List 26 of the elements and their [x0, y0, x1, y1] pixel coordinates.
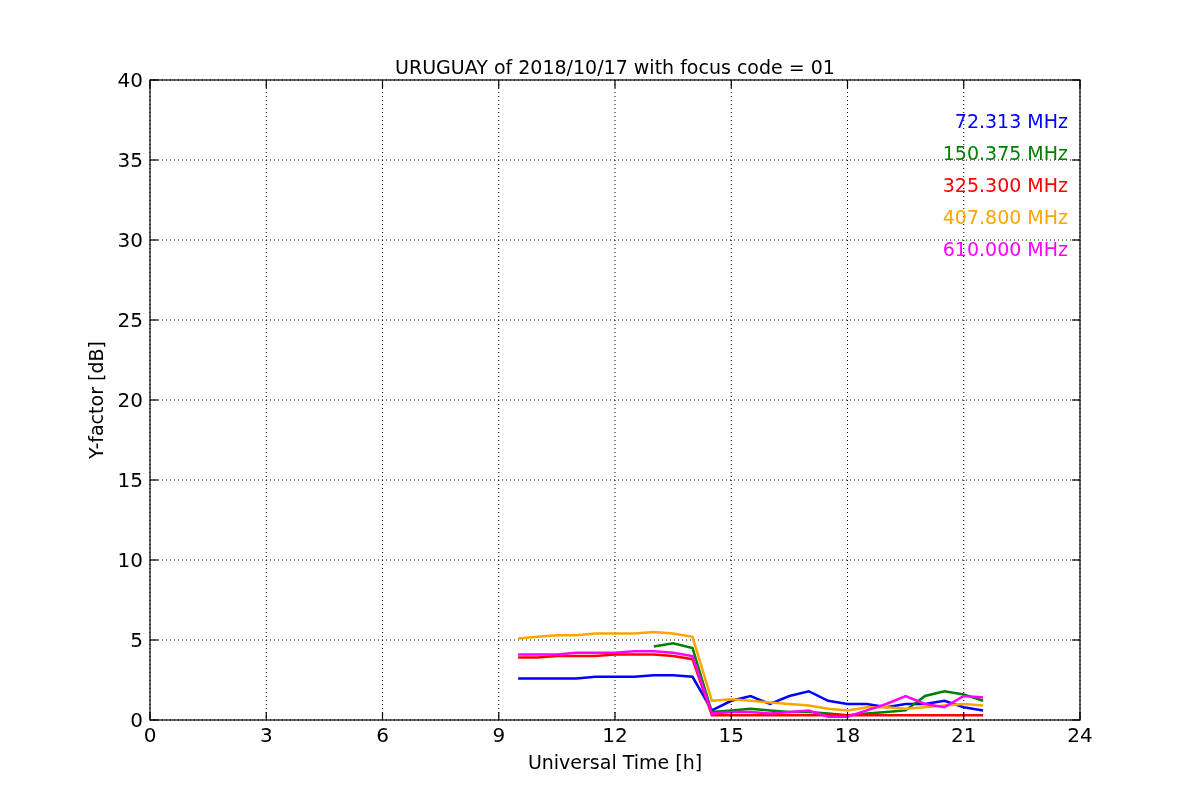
y-tick-label: 40: [117, 68, 143, 92]
x-tick-label: 18: [834, 723, 861, 747]
x-tick-label: 24: [1067, 723, 1093, 747]
y-tick-label: 5: [130, 628, 143, 652]
y-tick-label: 20: [117, 388, 143, 412]
legend-label: 610.000 MHz: [942, 238, 1068, 260]
y-tick-label: 15: [117, 468, 143, 492]
y-tick-label: 25: [117, 308, 143, 332]
y-tick-label: 30: [117, 228, 143, 252]
x-tick-label: 9: [492, 723, 506, 747]
x-tick-label: 15: [718, 723, 744, 747]
x-axis-label: Universal Time [h]: [527, 751, 703, 773]
y-tick-label: 35: [117, 148, 143, 172]
x-tick-label: 3: [259, 723, 273, 747]
x-tick-label: 21: [951, 723, 977, 747]
x-tick-label: 12: [602, 723, 628, 747]
legend-label: 325.300 MHz: [942, 174, 1068, 196]
x-tick-label: 0: [143, 723, 157, 747]
chart-title: URUGUAY of 2018/10/17 with focus code = 01: [395, 56, 835, 78]
legend-label: 72.313 MHz: [954, 110, 1068, 132]
y-tick-label: 10: [117, 548, 143, 572]
x-tick-label: 6: [376, 723, 389, 747]
y-axis-label: Y-factor [dB]: [85, 341, 107, 459]
y-tick-label: 0: [130, 708, 143, 732]
legend-label: 407.800 MHz: [942, 206, 1068, 228]
legend-label: 150.375 MHz: [942, 142, 1068, 164]
